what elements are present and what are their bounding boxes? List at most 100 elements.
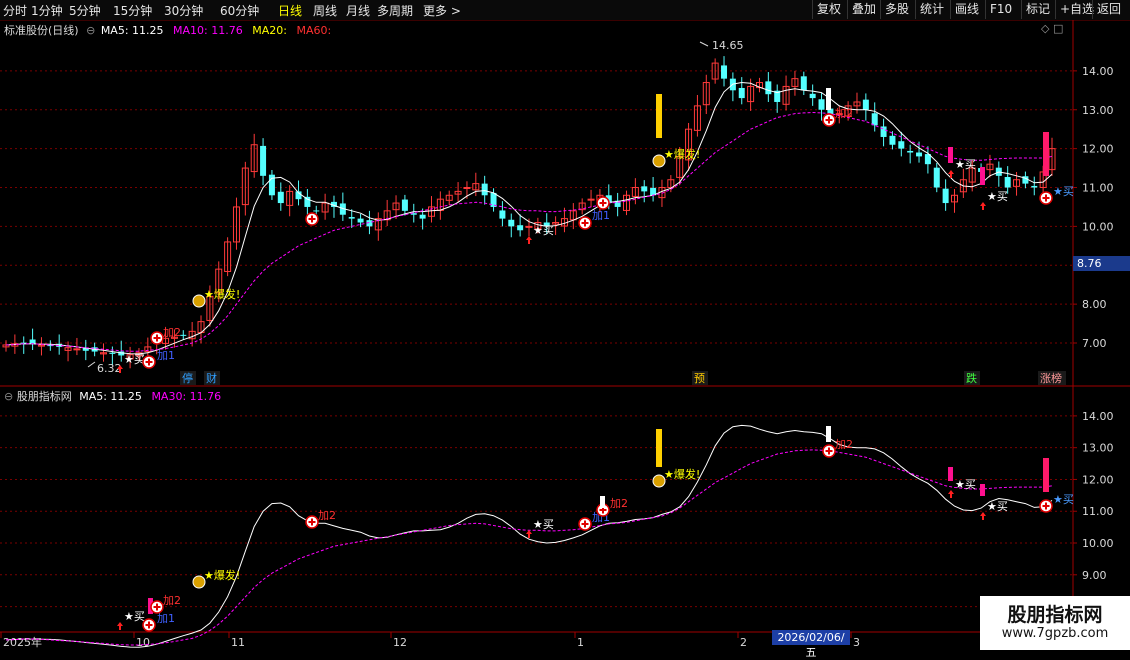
main-add1-label: 加1 <box>157 349 175 362</box>
candle-body <box>933 167 940 188</box>
watermark-url: www.7gpzb.com <box>1001 626 1109 641</box>
sub-y-tick-label: 11.00 <box>1082 505 1114 518</box>
main-y-tick-label: 10.00 <box>1082 220 1114 233</box>
diamond-icon[interactable]: ◇ <box>1041 22 1049 35</box>
candle-body <box>587 198 595 201</box>
sub-y-tick-label: 12.00 <box>1082 473 1114 486</box>
candle-body <box>29 339 36 344</box>
candle-body <box>508 219 515 227</box>
period-10[interactable]: 更多 > <box>423 2 461 19</box>
main-y-tick-label: 8.00 <box>1082 298 1107 311</box>
sub-buy-label-blue: ★买 <box>1053 493 1074 506</box>
current-price-tag: 8.76 <box>1073 256 1130 271</box>
sub-y-tick-label: 13.00 <box>1082 442 1114 455</box>
candle-body <box>942 188 949 204</box>
period-5[interactable]: 60分钟 <box>220 2 259 19</box>
sub-buy-signal-3: ★买 <box>955 478 976 491</box>
x-axis-label: 1 <box>577 636 584 649</box>
sub-ma30-label: MA30: 11.76 <box>151 390 222 403</box>
candle-body <box>419 214 426 219</box>
candle-body <box>180 334 187 336</box>
square-icon[interactable]: □ <box>1053 22 1063 35</box>
sub-burst-signal-2: ★爆发! <box>664 467 700 481</box>
candle-body <box>738 87 745 99</box>
candle-body <box>109 352 116 354</box>
candle-body <box>1031 185 1038 188</box>
main-y-tick-label: 12.00 <box>1082 143 1114 156</box>
x-axis-label: 2025年 <box>3 635 42 649</box>
period-2[interactable]: 5分钟 <box>69 2 101 19</box>
toolbar-button-6[interactable]: 标记 <box>1021 0 1054 19</box>
sub-add2-label: 加2 <box>163 594 181 607</box>
x-axis-label: 2 <box>740 636 747 649</box>
sub-white-bar <box>600 496 605 508</box>
candle-body <box>721 65 728 79</box>
ma5-line <box>5 81 1053 355</box>
sub-add1-label: 加1 <box>157 612 175 625</box>
ma60-label: MA60: <box>296 24 332 37</box>
cursor-date-tag: 2026/02/06/五 <box>772 630 850 659</box>
candle-body <box>916 152 923 157</box>
high-marker <box>699 41 709 47</box>
toolbar-button-8[interactable]: 返回 <box>1092 0 1125 19</box>
main-buy-signal-2: ★买 <box>533 224 554 237</box>
chart-canvas[interactable]: 14.00 13.00 12.00 11.00 10.00 9.00 8.00 7.00 14.… <box>0 20 1130 650</box>
stock-title[interactable]: 标准股份(日线) <box>4 24 79 37</box>
toolbar-button-2[interactable]: 多股 <box>880 0 913 19</box>
toolbar-button-0[interactable]: 复权 <box>812 0 845 19</box>
toolbar-button-1[interactable]: 叠加 <box>847 0 880 19</box>
sub-y-tick-label: 9.00 <box>1082 569 1107 582</box>
main-burst-signal-2: ★爆发! <box>664 147 700 161</box>
period-7[interactable]: 周线 <box>313 2 337 19</box>
sub-y-tick-label: 14.00 <box>1082 410 1114 423</box>
low-marker <box>87 361 96 368</box>
ma5-label: MA5: 11.25 <box>100 24 164 37</box>
sub-buy-signal-arrow <box>117 622 123 630</box>
period-1[interactable]: 1分钟 <box>31 2 63 19</box>
indicator-title[interactable]: 股朋指标网 <box>17 390 72 403</box>
sub-volume-burst-bar <box>656 429 662 467</box>
sub-add2-label-3: 加2 <box>610 497 628 510</box>
sub-pink-bar-2 <box>948 467 953 481</box>
panel-controls[interactable]: ◇ □ <box>1041 22 1063 35</box>
period-0[interactable]: 分时 <box>3 2 27 19</box>
main-y-tick-label: 14.00 <box>1082 65 1114 78</box>
candle-body <box>1004 177 1011 188</box>
sub-pink-bar-4 <box>1043 458 1049 492</box>
candle-body <box>907 150 914 153</box>
collapse-circle-icon[interactable]: ⊖ <box>4 390 13 403</box>
sub-buy-signal-2: ★买 <box>533 518 554 531</box>
toolbar-button-3[interactable]: 统计 <box>915 0 948 19</box>
period-4[interactable]: 30分钟 <box>164 2 203 19</box>
candle-body <box>357 218 364 223</box>
volume-burst-bar <box>656 94 662 138</box>
candle-body <box>525 225 533 228</box>
candle-body <box>313 210 320 212</box>
white-marker-bar <box>826 88 831 110</box>
sub-buy-signal-4-arrow <box>980 512 986 520</box>
sub-add2-label-2: 加2 <box>318 509 336 522</box>
toolbar-button-5[interactable]: F10 <box>985 0 1016 19</box>
event-tag: 预 <box>694 372 705 385</box>
candle-body <box>73 348 81 351</box>
candles <box>2 56 1056 369</box>
event-tag: 跌 <box>966 371 977 385</box>
period-9[interactable]: 多周期 <box>377 2 413 19</box>
candle-body <box>800 76 807 91</box>
candle-body <box>818 99 825 110</box>
sub-buy-signal-3-arrow <box>948 490 954 498</box>
sub-pink-bar-3 <box>980 484 985 496</box>
candle-body <box>260 145 267 176</box>
candle-body <box>898 141 905 149</box>
period-3[interactable]: 15分钟 <box>113 2 152 19</box>
main-add2-label-2: 加2 <box>835 107 853 120</box>
candle-body <box>499 210 506 219</box>
settings-circle-icon[interactable]: ⊖ <box>86 24 95 37</box>
sub-buy-signal-2-arrow <box>526 530 532 538</box>
candle-body <box>463 187 471 190</box>
sub-add2-label-4: 加2 <box>835 438 853 451</box>
toolbar-button-4[interactable]: 画线 <box>950 0 983 19</box>
period-toolbar: 分时 1分钟 5分钟 15分钟 30分钟 60分钟 日线 周线 月线 多周期 更多 > 复权 叠加 多股统… <box>0 0 1130 21</box>
period-8[interactable]: 月线 <box>346 2 370 19</box>
period-6[interactable]: 日线 <box>278 2 302 19</box>
